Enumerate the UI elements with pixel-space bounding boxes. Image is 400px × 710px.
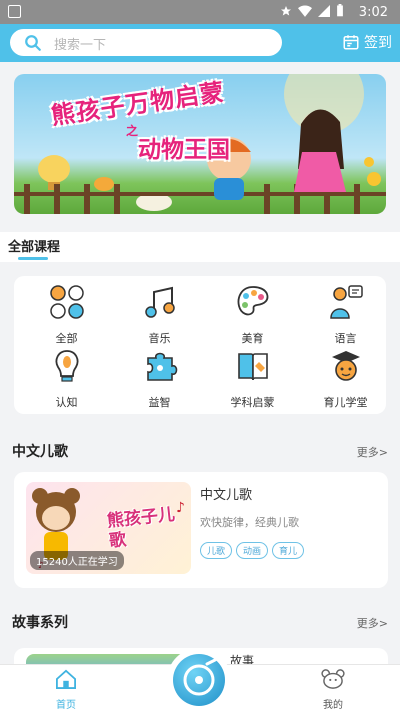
category-puzzle[interactable]: 益智 [113, 348, 206, 410]
calendar-icon [343, 35, 359, 50]
category-label: 美育 [241, 332, 264, 345]
all-courses-header: 全部课程 [0, 232, 400, 262]
more-link[interactable]: 更多> [357, 615, 388, 631]
tag: 育儿 [272, 542, 305, 559]
category-label: 音乐 [148, 332, 171, 345]
center-player-button[interactable] [167, 648, 231, 710]
music-disc-icon [183, 658, 217, 696]
category-music[interactable]: 音乐 [113, 284, 206, 346]
all-courses-title: 全部课程 [8, 240, 61, 255]
learners-count: 15240人正在学习 [30, 551, 124, 570]
stories-header: 故事系列 更多> [12, 612, 388, 632]
course-thumbnail: ♪ ♪ 熊孩子儿歌 15240人正在学习 [26, 482, 191, 574]
clover-icon [49, 285, 84, 319]
book-icon [237, 353, 268, 381]
more-link[interactable]: 更多> [357, 444, 388, 460]
search-placeholder: 搜索一下 [54, 38, 107, 53]
speech-icon [329, 285, 363, 319]
clock: 3:02 [358, 5, 388, 20]
category-language[interactable]: 语言 [299, 284, 392, 346]
palette-icon [237, 286, 268, 316]
section-title: 中文儿歌 [12, 444, 68, 460]
category-subject[interactable]: 学科启蒙 [206, 348, 299, 410]
song-course-card[interactable]: ♪ ♪ 熊孩子儿歌 15240人正在学习 中文儿歌 欢快旋律，经典儿歌 儿歌 动… [14, 472, 388, 588]
tag-list: 儿歌 动画 育儿 [200, 542, 305, 559]
bear-profile-icon [321, 669, 345, 689]
promo-banner[interactable]: 熊孩子万物启蒙 之 动物王国 [14, 74, 386, 214]
banner-subtitle-prefix: 之 [126, 124, 139, 138]
title-underline [18, 257, 48, 260]
tab-home[interactable]: 首页 [36, 669, 96, 710]
top-header: 搜索一下 签到 [0, 24, 400, 62]
category-label: 全部 [55, 332, 78, 345]
signal-icon [318, 4, 330, 17]
category-parenting[interactable]: 育儿学堂 [299, 348, 392, 410]
star-icon [281, 5, 291, 15]
search-icon [25, 35, 41, 51]
tag: 动画 [236, 542, 269, 559]
status-bar: 3:02 [0, 0, 400, 24]
svg-text:♪: ♪ [176, 500, 185, 516]
course-description: 欢快旋律，经典儿歌 [200, 516, 299, 529]
signin-label: 签到 [364, 35, 392, 51]
graduate-icon [331, 351, 360, 381]
category-cognition[interactable]: 认知 [20, 348, 113, 410]
tab-label: 首页 [56, 700, 76, 710]
chinese-songs-header: 中文儿歌 更多> [12, 441, 388, 461]
thumbnail-title: 熊孩子儿歌 [106, 504, 176, 552]
category-label: 学科启蒙 [230, 396, 275, 409]
category-grid: 全部 音乐 美育 语言 认知 益智 学科启蒙 育儿学堂 [14, 276, 386, 414]
category-label: 育儿学堂 [323, 396, 368, 409]
home-icon [56, 669, 76, 689]
category-label: 益智 [148, 396, 171, 409]
wifi-icon [298, 4, 312, 17]
category-art[interactable]: 美育 [206, 284, 299, 346]
tab-label: 我的 [323, 700, 343, 710]
disc-icon [173, 654, 225, 706]
category-label: 语言 [334, 332, 357, 345]
course-title: 中文儿歌 [200, 488, 253, 503]
notification-icon [8, 5, 21, 18]
lightbulb-icon [55, 350, 78, 382]
music-note-icon [144, 286, 175, 318]
category-label: 认知 [55, 396, 78, 409]
banner-subtitle: 动物王国 [138, 137, 230, 163]
section-title: 故事系列 [12, 615, 68, 631]
puzzle-icon [146, 352, 177, 381]
tab-mine[interactable]: 我的 [303, 669, 363, 710]
battery-icon [337, 4, 343, 17]
category-all[interactable]: 全部 [20, 284, 113, 346]
search-input[interactable]: 搜索一下 [10, 29, 282, 56]
signin-button[interactable]: 签到 [342, 32, 392, 52]
tag: 儿歌 [200, 542, 233, 559]
